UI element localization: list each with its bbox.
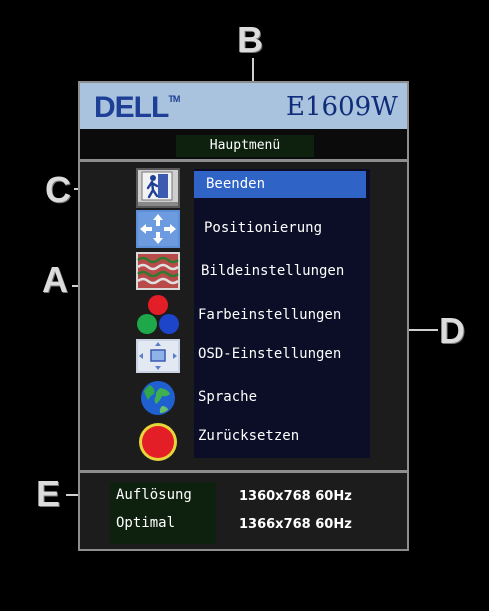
resolution-value: 1360x768 60Hz [239,489,352,504]
callout-b: B [237,19,263,60]
callout-e: E [36,473,61,514]
reset-icon[interactable] [136,420,180,468]
resolution-label: Auflösung [116,487,192,503]
color-settings-icon[interactable] [136,294,180,340]
image-settings-icon[interactable] [136,252,180,294]
callout-d: D [439,310,465,351]
optimal-label: Optimal [116,515,176,531]
optimal-value: 1366x768 60Hz [239,517,352,532]
menu-item-sprache[interactable]: Sprache [198,387,257,407]
separator-bottom [80,470,407,473]
menu-item-positionierung[interactable]: Positionierung [204,218,322,238]
menu-item-farbeinstellungen[interactable]: Farbeinstellungen [198,305,341,325]
callout-c: C [45,169,71,210]
menu-item-zuruecksetzen[interactable]: Zurücksetzen [198,426,299,446]
menu-item-beenden[interactable]: Beenden [206,174,265,194]
dell-logo: DELLTM [94,91,180,124]
globe-icon[interactable] [136,378,180,422]
menu-title: Hauptmenü [209,138,281,153]
model-name: E1609W [286,92,398,122]
menu-item-bildeinstellungen[interactable]: Bildeinstellungen [201,261,344,281]
position-arrows-icon[interactable] [136,210,180,252]
menu-item-osd-einstellungen[interactable]: OSD-Einstellungen [198,344,341,364]
separator-top [80,159,407,162]
callout-a: A [42,259,68,300]
osd-settings-icon[interactable] [136,339,180,377]
exit-icon[interactable] [136,168,180,212]
